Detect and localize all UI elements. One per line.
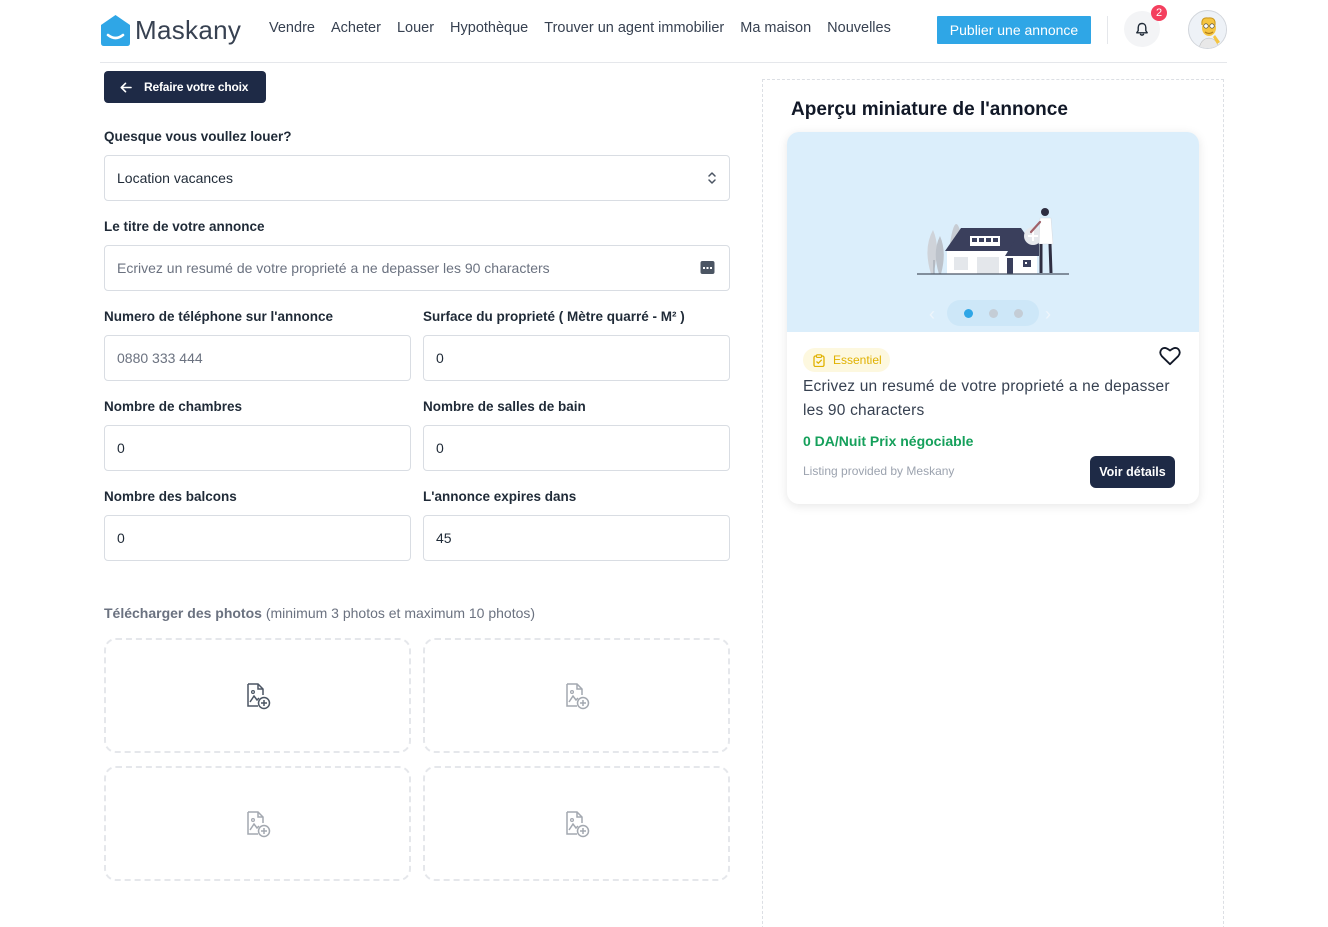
nav-nouvelles[interactable]: Nouvelles [827,20,891,36]
bedrooms-label: Nombre de chambres [104,399,243,414]
bathrooms-value: 0 [436,440,444,456]
image-add-icon [565,810,589,837]
balconies-value: 0 [117,530,125,546]
upload-photos-hint: (minimum 3 photos et maximum 10 photos) [265,605,536,621]
rent-type-value: Location vacances [117,170,233,186]
nav-acheter[interactable]: Acheter [331,20,381,36]
heart-icon[interactable] [1159,346,1181,366]
ad-title-label: Le titre de votre annonce [104,219,265,234]
image-add-icon [246,810,270,837]
clipboard-check-icon [813,353,825,367]
user-avatar-icon [1189,11,1226,48]
nav-trouver-agent[interactable]: Trouver un agent immobilier [544,20,724,36]
bedrooms-field[interactable]: 0 [104,425,411,471]
logo[interactable]: Maskany [100,13,241,47]
preview-title: Aperçu miniature de l'annonce [791,99,1068,120]
carousel-dots [947,300,1039,326]
surface-label: Surface du proprieté ( Mètre quarré - M²… [423,309,685,324]
expires-field[interactable]: 45 [423,515,730,561]
rent-type-select[interactable]: Location vacances [104,155,730,201]
main-nav: Vendre Acheter Louer Hypothèque Trouver … [269,20,907,36]
chevron-right-icon[interactable]: › [1045,304,1051,325]
photo-drop-zone[interactable] [104,766,411,881]
listing-image: ‹ › [787,132,1199,332]
back-button[interactable]: Refaire votre choix [104,71,266,103]
photo-drop-zone[interactable] [423,638,730,753]
phone-input[interactable] [117,350,398,366]
bell-icon [1136,22,1148,36]
surface-value: 0 [436,350,444,366]
carousel-dot[interactable] [988,308,998,318]
balconies-label: Nombre des balcons [104,489,237,504]
carousel-dot[interactable] [1013,308,1023,318]
chevron-left-icon[interactable]: ‹ [929,304,935,325]
keyboard-icon [700,261,715,274]
listing-tag: Essentiel [803,348,890,372]
notification-badge: 2 [1151,5,1167,21]
rent-type-label: Quesque vous voullez louer? [104,129,292,144]
nav-vendre[interactable]: Vendre [269,20,315,36]
photo-drop-zone[interactable] [104,638,411,753]
header-divider-line [100,62,1227,63]
balconies-field[interactable]: 0 [104,515,411,561]
logo-house-icon [101,14,130,46]
bathrooms-label: Nombre de salles de bain [423,399,586,414]
back-button-label: Refaire votre choix [144,80,249,94]
phone-label: Numero de téléphone sur l'annonce [104,309,333,324]
view-details-button[interactable]: Voir détails [1090,456,1175,488]
select-arrows-icon [708,172,716,184]
avatar[interactable] [1188,10,1227,49]
image-add-icon [246,682,270,709]
card-provider: Listing provided by Meskany [803,464,955,478]
publish-button[interactable]: Publier une annonce [937,16,1091,44]
photo-drop-zone[interactable] [423,766,730,881]
surface-field[interactable]: 0 [423,335,730,381]
upload-photos-title: Télécharger des photos [104,605,262,621]
card-title: Ecrivez un resumé de votre proprieté a n… [803,378,1170,419]
bedrooms-value: 0 [117,440,125,456]
nav-ma-maison[interactable]: Ma maison [740,20,811,36]
top-navbar: Maskany Vendre Acheter Louer Hypothèque … [0,0,1328,62]
listing-tag-label: Essentiel [833,353,882,367]
logo-text: Maskany [135,14,242,45]
card-price: 0 DA/Nuit Prix négociable [803,433,974,449]
nav-louer[interactable]: Louer [397,20,434,36]
phone-field[interactable] [104,335,411,381]
header-divider [1107,16,1108,44]
nav-hypotheque[interactable]: Hypothèque [450,20,528,36]
arrow-left-icon [120,82,132,92]
bathrooms-field[interactable]: 0 [423,425,730,471]
carousel-dot[interactable] [963,308,973,318]
ad-title-input[interactable] [117,260,717,276]
ad-title-field[interactable] [104,245,730,291]
image-add-icon [565,682,589,709]
upload-photos-label: Télécharger des photos (minimum 3 photos… [104,605,535,621]
listing-preview-card[interactable]: ‹ › Essentiel Ecrivez un resumé de votre… [787,132,1199,504]
expires-label: L'annonce expires dans [423,489,577,504]
expires-value: 45 [436,530,452,546]
